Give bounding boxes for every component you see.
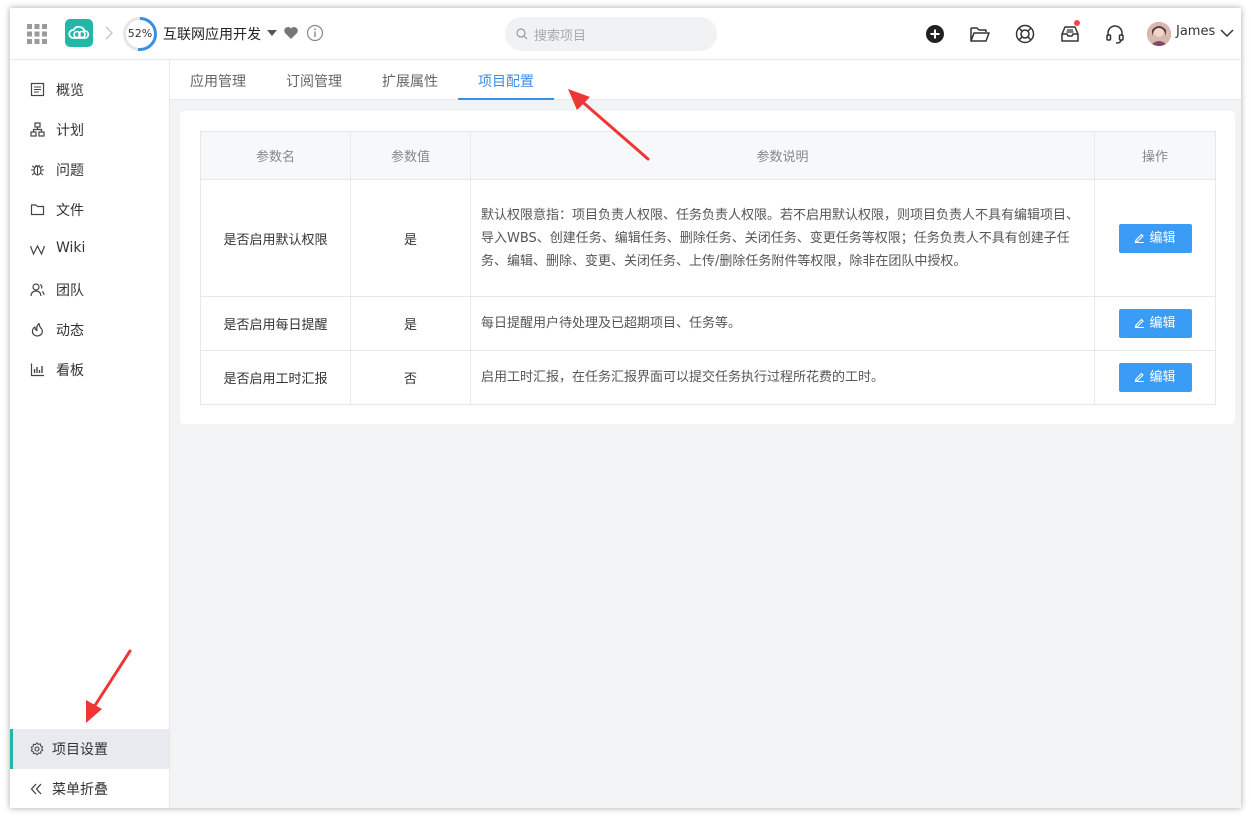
- param-description: 每日提醒用户待处理及已超期项目、任务等。: [470, 296, 1095, 351]
- param-name: 是否启用每日提醒: [200, 296, 351, 351]
- param-value: 否: [350, 350, 471, 405]
- gear-icon: [30, 742, 44, 756]
- chevron-down-icon[interactable]: [1220, 28, 1234, 38]
- sidebar-item-label: Wiki: [56, 240, 86, 256]
- param-description: 默认权限意指：项目负责人权限、任务负责人权限。若不启用默认权限，则项目负责人不具…: [470, 179, 1095, 297]
- double-chevron-left-icon: [30, 783, 42, 795]
- sidebar-item-board[interactable]: 看板: [10, 350, 169, 390]
- param-name: 是否启用工时汇报: [200, 350, 351, 405]
- sidebar-item-label: 团队: [56, 283, 84, 299]
- tab-subscription-management[interactable]: 订阅管理: [286, 71, 342, 91]
- edit-button[interactable]: 编辑: [1118, 223, 1192, 253]
- annotation-arrow-settings: [86, 649, 132, 723]
- activity-icon: [31, 322, 43, 337]
- sidebar-item-label: 问题: [56, 163, 84, 179]
- sidebar-item-wiki[interactable]: Wiki: [10, 230, 169, 270]
- user-avatar[interactable]: [1147, 22, 1171, 46]
- edit-button-label: 编辑: [1149, 230, 1176, 246]
- sidebar-item-label: 文件: [56, 203, 84, 219]
- search-placeholder[interactable]: 搜索项目: [534, 25, 586, 44]
- header-action: 操作: [1094, 131, 1216, 180]
- config-panel: 参数名 参数值 参数说明 操作 是否启用默认权限 是 默认权限意指：项目负责人权…: [180, 111, 1235, 424]
- table-header-row: 参数名 参数值 参数说明 操作: [200, 131, 1216, 180]
- tab-project-config[interactable]: 项目配置: [478, 71, 534, 91]
- notification-dot: [1074, 20, 1080, 26]
- app-logo[interactable]: [65, 19, 93, 47]
- pencil-icon: [1135, 318, 1145, 329]
- cloud-logo-icon: [68, 25, 90, 39]
- sidebar-item-label: 看板: [56, 363, 84, 379]
- param-description: 启用工时汇报，在任务汇报界面可以提交任务执行过程所花费的工时。: [470, 350, 1095, 405]
- project-name[interactable]: 互联网应用开发: [163, 24, 261, 44]
- config-table: 参数名 参数值 参数说明 操作 是否启用默认权限 是 默认权限意指：项目负责人权…: [200, 131, 1216, 405]
- tab-bar: 应用管理 订阅管理 扩展属性 项目配置: [170, 60, 1241, 100]
- chevron-right-icon: [105, 26, 114, 40]
- sidebar-item-issues[interactable]: 问题: [10, 150, 169, 190]
- inbox-icon[interactable]: [1059, 23, 1081, 45]
- sidebar-item-label: 菜单折叠: [52, 782, 108, 798]
- sidebar-item-project-settings[interactable]: 项目设置: [10, 729, 169, 769]
- username[interactable]: James: [1176, 24, 1215, 39]
- project-search[interactable]: 搜索项目: [505, 17, 717, 51]
- tab-app-management[interactable]: 应用管理: [190, 71, 246, 91]
- annotation-arrow-tab: [568, 89, 650, 161]
- table-row: 是否启用默认权限 是 默认权限意指：项目负责人权限、任务负责人权限。若不启用默认…: [200, 179, 1216, 297]
- param-value: 是: [350, 179, 471, 297]
- sidebar-collapse-button[interactable]: 菜单折叠: [10, 769, 169, 808]
- progress-text: 52%: [127, 27, 153, 40]
- folder-open-icon[interactable]: [969, 23, 991, 45]
- header-param-value: 参数值: [350, 131, 471, 180]
- sidebar-item-label: 计划: [56, 123, 84, 139]
- board-icon: [30, 363, 44, 377]
- sidebar-item-team[interactable]: 团队: [10, 270, 169, 310]
- sidebar-item-overview[interactable]: 概览: [10, 70, 169, 110]
- edit-button[interactable]: 编辑: [1118, 309, 1192, 338]
- edit-button-label: 编辑: [1149, 370, 1176, 385]
- team-icon: [30, 283, 45, 297]
- heart-icon[interactable]: [283, 25, 299, 41]
- app-grid-icon[interactable]: [27, 24, 47, 44]
- wiki-icon: [30, 244, 45, 256]
- lifebuoy-icon[interactable]: [1014, 23, 1036, 45]
- param-value: 是: [350, 296, 471, 351]
- avatar-icon: [1147, 22, 1171, 46]
- add-circle-icon[interactable]: [924, 23, 946, 45]
- edit-button-label: 编辑: [1149, 316, 1176, 331]
- table-row: 是否启用每日提醒 是 每日提醒用户待处理及已超期项目、任务等。 编辑: [200, 296, 1216, 351]
- sidebar-item-plan[interactable]: 计划: [10, 110, 169, 150]
- action-cell: 编辑: [1094, 350, 1216, 405]
- top-header: 52% 互联网应用开发 搜索项目 James: [10, 8, 1241, 60]
- caret-down-icon[interactable]: [267, 30, 277, 36]
- plan-icon: [30, 122, 45, 137]
- active-tab-underline: [458, 98, 554, 100]
- pencil-icon: [1135, 372, 1145, 383]
- sidebar-item-label: 概览: [56, 83, 84, 99]
- header-param-name: 参数名: [200, 131, 351, 180]
- info-icon[interactable]: [306, 24, 324, 42]
- search-icon: [516, 28, 528, 40]
- param-name: 是否启用默认权限: [200, 179, 351, 297]
- tab-extended-attributes[interactable]: 扩展属性: [382, 71, 438, 91]
- sidebar-item-label: 项目设置: [52, 742, 108, 758]
- table-row: 是否启用工时汇报 否 启用工时汇报，在任务汇报界面可以提交任务执行过程所花费的工…: [200, 350, 1216, 405]
- overview-icon: [30, 82, 45, 97]
- edit-button[interactable]: 编辑: [1118, 363, 1192, 392]
- action-cell: 编辑: [1094, 179, 1216, 297]
- action-cell: 编辑: [1094, 296, 1216, 351]
- folder-icon: [30, 204, 45, 216]
- pencil-icon: [1135, 233, 1145, 243]
- sidebar-item-activity[interactable]: 动态: [10, 310, 169, 350]
- sidebar-item-files[interactable]: 文件: [10, 190, 169, 230]
- sidebar-item-label: 动态: [56, 323, 84, 339]
- bug-icon: [31, 164, 44, 176]
- headset-icon[interactable]: [1104, 23, 1126, 45]
